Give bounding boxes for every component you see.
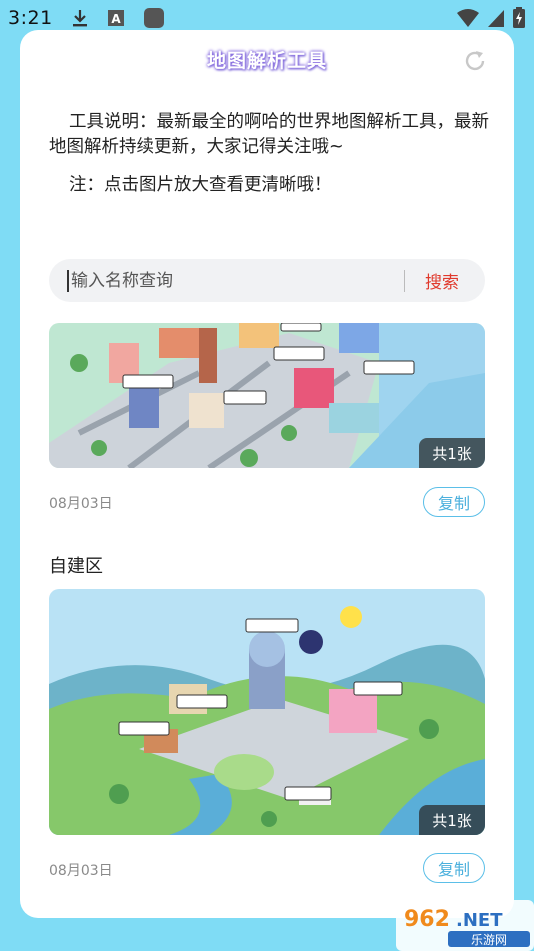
download-icon [71, 8, 89, 28]
svg-text:.NET: .NET [456, 910, 503, 931]
search-bar: 搜索 [49, 259, 485, 302]
search-button[interactable]: 搜索 [425, 268, 459, 293]
description-note: 注：点击图片放大查看更清晰哦！ [69, 175, 332, 195]
item-date: 08月03日 [49, 496, 113, 512]
map-image-self-built[interactable]: 共1张 [49, 589, 485, 835]
main-card: 地图解析工具 工具说明：最新最全的啊哈的世界地图解析工具，最新地图解析持续更新，… [20, 30, 514, 918]
image-count-badge: 共1张 [419, 805, 485, 835]
description-intro: 工具说明：最新最全的啊哈的世界地图解析工具，最新地图解析持续更新，大家记得关注哦… [49, 112, 489, 157]
status-time: 3:21 [8, 7, 53, 29]
map-illustration [49, 589, 485, 835]
description: 工具说明：最新最全的啊哈的世界地图解析工具，最新地图解析持续更新，大家记得关注哦… [49, 110, 489, 198]
app-notification-icon [143, 7, 165, 29]
copy-button[interactable]: 复制 [423, 487, 485, 517]
refresh-icon [465, 51, 485, 71]
page-title: 地图解析工具 [206, 50, 327, 72]
svg-text:962: 962 [404, 907, 450, 932]
image-count-badge: 共1张 [419, 438, 485, 468]
svg-text:A: A [111, 12, 121, 26]
item-date: 08月03日 [49, 863, 113, 879]
search-divider [404, 269, 405, 292]
copy-button[interactable]: 复制 [423, 853, 485, 883]
site-watermark-logo: 962 .NET 乐游网 [396, 896, 534, 951]
svg-text:乐游网: 乐游网 [471, 933, 507, 947]
section-title: 自建区 [49, 556, 103, 577]
signal-icon [486, 8, 506, 28]
refresh-button[interactable] [462, 48, 488, 74]
keyboard-app-icon: A [107, 9, 125, 27]
wifi-icon [456, 8, 480, 28]
battery-icon [512, 7, 526, 29]
search-input[interactable] [67, 269, 404, 292]
map-image-city[interactable]: 共1张 [49, 323, 485, 468]
